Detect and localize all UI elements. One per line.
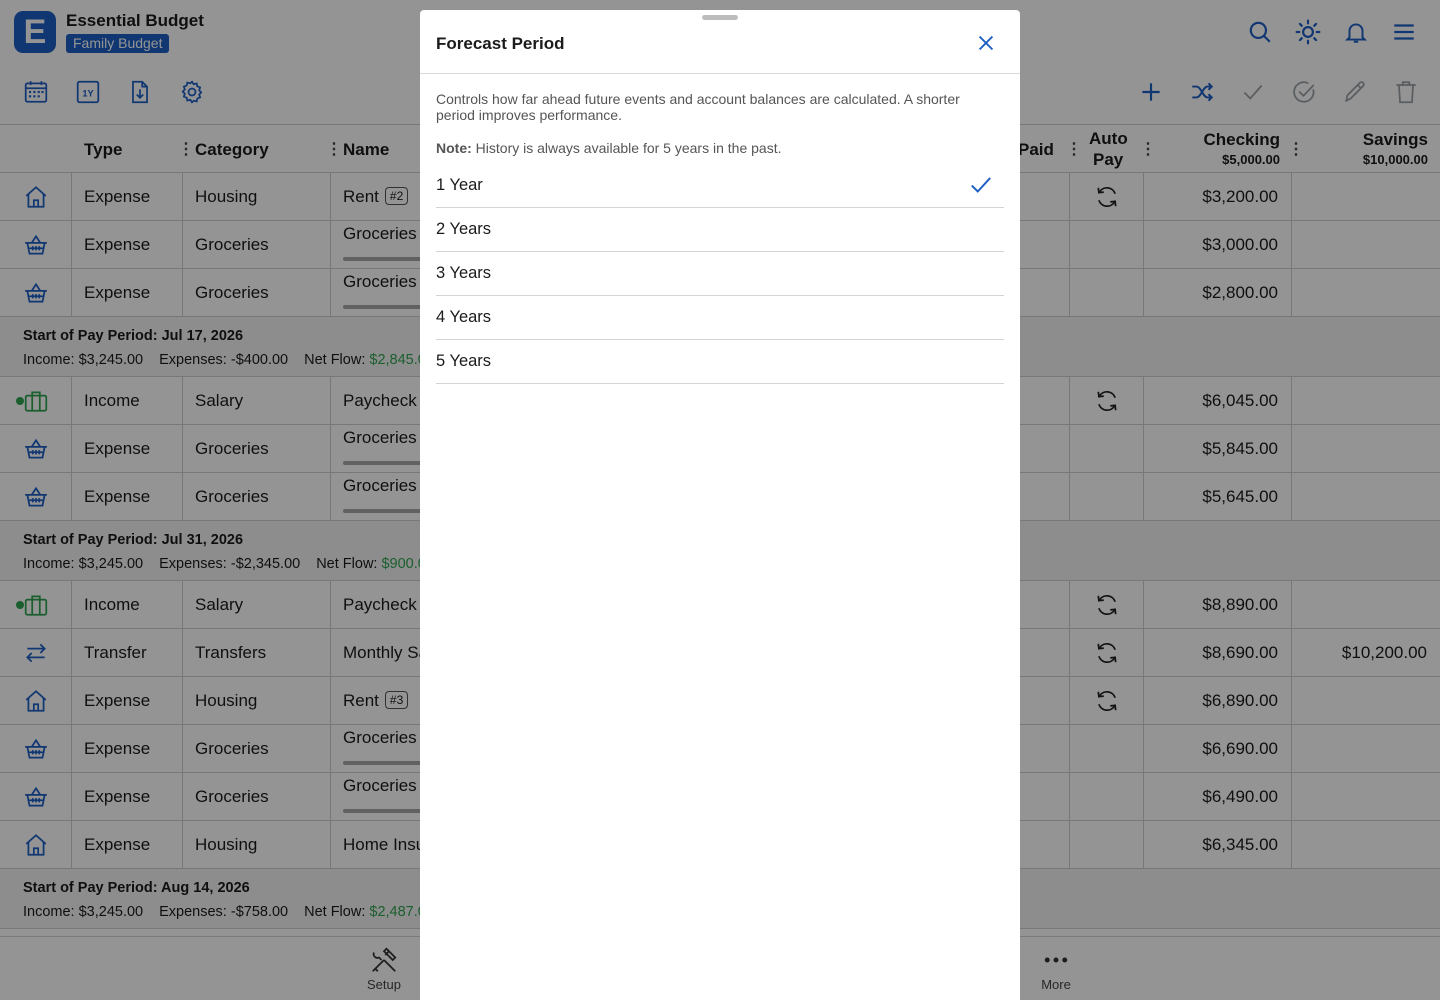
close-button[interactable] xyxy=(972,29,1000,57)
note-text: History is always available for 5 years … xyxy=(475,140,782,156)
forecast-option[interactable]: 5 Years xyxy=(436,340,1004,384)
forecast-option[interactable]: 4 Years xyxy=(436,296,1004,340)
forecast-option-label: 5 Years xyxy=(436,352,492,370)
forecast-option-label: 4 Years xyxy=(436,308,492,326)
forecast-options-list: 1 Year 2 Years 3 Years 4 Years 5 Years xyxy=(436,164,1004,384)
close-icon xyxy=(978,35,994,51)
sheet-title: Forecast Period xyxy=(436,34,565,53)
drag-handle[interactable] xyxy=(702,15,738,20)
forecast-period-sheet: Forecast Period Controls how far ahead f… xyxy=(420,10,1020,1000)
forecast-option[interactable]: 2 Years xyxy=(436,208,1004,252)
forecast-option[interactable]: 3 Years xyxy=(436,252,1004,296)
sheet-note: Note: History is always available for 5 … xyxy=(436,140,781,156)
forecast-option-label: 3 Years xyxy=(436,264,492,282)
sheet-header: Forecast Period xyxy=(420,10,1020,74)
forecast-option-label: 1 Year xyxy=(436,176,483,194)
note-label: Note: xyxy=(436,140,472,156)
selected-check-icon xyxy=(971,177,991,193)
forecast-option[interactable]: 1 Year xyxy=(436,164,1004,208)
forecast-option-label: 2 Years xyxy=(436,220,492,238)
sheet-description: Controls how far ahead future events and… xyxy=(436,91,960,123)
